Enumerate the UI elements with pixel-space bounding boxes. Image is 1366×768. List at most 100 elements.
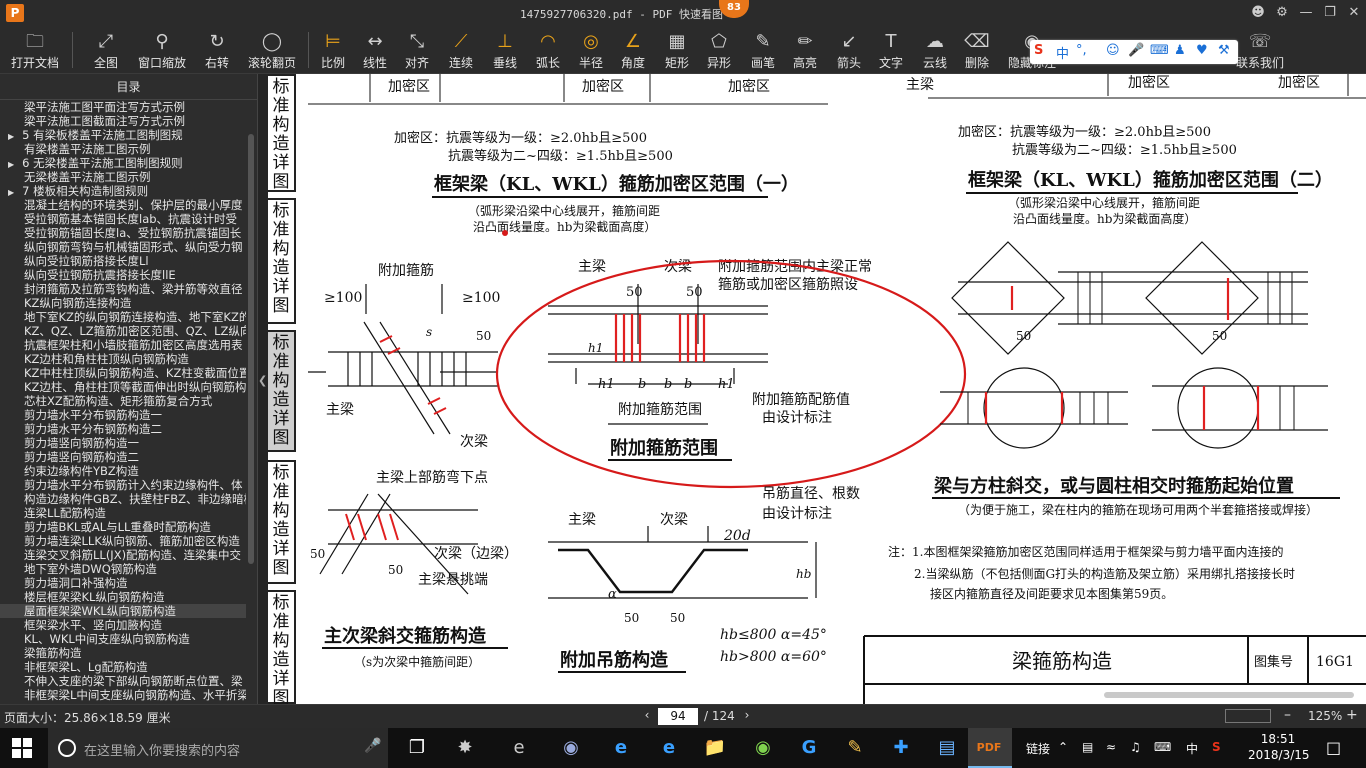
microphone-icon[interactable]: 🎤 bbox=[364, 738, 381, 754]
outline-item[interactable]: KZ边柱、角柱柱顶等截面伸出时纵向钢筋构 bbox=[0, 380, 246, 394]
outline-item[interactable]: 抗震框架柱和小墙肢箍筋加密区高度选用表 bbox=[0, 338, 246, 352]
highlighter-button[interactable]: ✏ 高亮 bbox=[790, 29, 820, 73]
clock[interactable]: 18:51 2018/3/15 bbox=[1248, 731, 1310, 763]
tray-link-label[interactable]: 链接 bbox=[1026, 740, 1050, 757]
keyboard-icon[interactable]: ⌨ bbox=[1154, 740, 1171, 754]
outline-item[interactable]: KZ边柱和角柱柱顶纵向钢筋构造 bbox=[0, 352, 246, 366]
outline-item[interactable]: 约束边缘构件YBZ构造 bbox=[0, 464, 246, 478]
outline-item[interactable]: 连梁交叉斜筋LL(JX)配筋构造、连梁集中交 bbox=[0, 548, 246, 562]
notification-badge[interactable]: 83 bbox=[719, 0, 749, 18]
task-view-icon[interactable]: ❐ bbox=[404, 736, 430, 760]
outline-item[interactable]: 芯柱XZ配筋构造、矩形箍筋复合方式 bbox=[0, 394, 246, 408]
polygon-button[interactable]: ⬠ 异形 bbox=[704, 29, 734, 73]
outline-item[interactable]: 剪力墙BKL或AL与LL重叠时配筋构造 bbox=[0, 520, 246, 534]
outline-item[interactable]: 梁箍筋构造 bbox=[0, 646, 246, 660]
minimize-button[interactable]: — bbox=[1296, 3, 1316, 23]
next-page-button[interactable]: › bbox=[740, 708, 754, 722]
battery-icon[interactable]: ▤ bbox=[1082, 740, 1093, 754]
green-app-icon[interactable]: ◉ bbox=[750, 736, 776, 760]
zoom-window-button[interactable]: ⚲ 窗口缩放 bbox=[136, 29, 188, 73]
outline-item[interactable]: 无梁楼盖平法施工图示例 bbox=[0, 170, 246, 184]
sidebar-scrollbar[interactable] bbox=[248, 134, 254, 564]
outline-item[interactable]: 剪力墙水平分布钢筋构造一 bbox=[0, 408, 246, 422]
outline-item[interactable]: 连梁LL配筋构造 bbox=[0, 506, 246, 520]
outline-item[interactable]: 剪力墙竖向钢筋构造一 bbox=[0, 436, 246, 450]
notification-center-icon[interactable]: □ bbox=[1326, 738, 1341, 757]
page-number-input[interactable]: 94 bbox=[658, 708, 698, 725]
outline-item[interactable]: 框架梁水平、竖向加腋构造 bbox=[0, 618, 246, 632]
tools-icon[interactable]: ⚒ bbox=[1218, 43, 1230, 58]
chevron-up-icon[interactable]: ⌃ bbox=[1058, 740, 1068, 754]
sogou-tray-icon[interactable]: S bbox=[1212, 740, 1221, 754]
notes-app-icon[interactable]: ✎ bbox=[842, 736, 868, 760]
outline-item[interactable]: 剪力墙水平分布钢筋构造二 bbox=[0, 422, 246, 436]
outline-item[interactable]: 非框架梁L、Lg配筋构造 bbox=[0, 660, 246, 674]
outline-item[interactable]: 楼层框架梁KL纵向钢筋构造 bbox=[0, 590, 246, 604]
zoom-out-button[interactable]: – bbox=[1284, 707, 1291, 723]
edge-browser-icon[interactable]: e bbox=[608, 736, 634, 760]
outline-item[interactable]: 不伸入支座的梁下部纵向钢筋断点位置、梁 bbox=[0, 674, 246, 688]
volume-icon[interactable]: ♫ bbox=[1130, 740, 1141, 754]
skin-icon[interactable]: ♥ bbox=[1196, 43, 1208, 58]
outline-item[interactable]: 梁平法施工图平面注写方式示例 bbox=[0, 100, 246, 114]
horizontal-scrollbar[interactable] bbox=[1104, 692, 1354, 698]
pinwheel-app-icon[interactable]: ✸ bbox=[452, 736, 478, 760]
outline-item[interactable]: 受拉钢筋基本锚固长度lab、抗震设计时受 bbox=[0, 212, 246, 226]
delete-button[interactable]: ⌫ 删除 bbox=[962, 29, 992, 73]
prev-page-button[interactable]: ‹ bbox=[640, 708, 654, 722]
outline-item[interactable]: 纵向受拉钢筋搭接长度Ll bbox=[0, 254, 246, 268]
view-mode-toggle[interactable] bbox=[1225, 709, 1271, 723]
outline-item[interactable]: KZ、QZ、LZ箍筋加密区范围、QZ、LZ纵向钢 bbox=[0, 324, 246, 338]
taskbar-search[interactable]: 在这里输入你要搜索的内容 🎤 bbox=[48, 728, 388, 768]
outline-item[interactable]: KZ纵向钢筋连接构造 bbox=[0, 296, 246, 310]
settings-icon[interactable]: ⚙ bbox=[1272, 3, 1292, 23]
open-document-button[interactable]: 🗀 打开文档 bbox=[8, 29, 62, 73]
outline-item[interactable]: 剪力墙连梁LLK纵向钢筋、箍筋加密区构造 bbox=[0, 534, 246, 548]
outline-item[interactable]: 纵向受拉钢筋抗震搭接长度llE bbox=[0, 268, 246, 282]
linear-dimension-button[interactable]: ↔ 线性 bbox=[360, 29, 390, 73]
remote-desktop-icon[interactable]: ▤ bbox=[934, 736, 960, 760]
ime-mode-label[interactable]: 中 bbox=[1056, 43, 1069, 62]
outline-item[interactable]: 混凝土结构的环境类别、保护层的最小厚度 bbox=[0, 198, 246, 212]
perpendicular-button[interactable]: ⊥ 垂线 bbox=[490, 29, 520, 73]
outline-item[interactable]: 非框架梁L中间支座纵向钢筋构造、水平折梁 bbox=[0, 688, 246, 702]
outline-item[interactable]: 受拉钢筋锚固长度la、受拉钢筋抗震锚固长 bbox=[0, 226, 246, 240]
outline-item[interactable]: 地下室KZ的纵向钢筋连接构造、地下室KZ的 bbox=[0, 310, 246, 324]
keyboard-icon[interactable]: ⌨ bbox=[1150, 43, 1169, 58]
outline-item[interactable]: 有梁楼盖平法施工图示例 bbox=[0, 142, 246, 156]
text-button[interactable]: T 文字 bbox=[876, 29, 906, 73]
close-button[interactable]: ✕ bbox=[1344, 3, 1364, 23]
contact-us-button[interactable]: ☏ 联系我们 bbox=[1234, 29, 1286, 73]
user-icon[interactable]: ♟ bbox=[1174, 43, 1186, 58]
cross-app-icon[interactable]: ✚ bbox=[888, 736, 914, 760]
rotate-right-button[interactable]: ↻ 右转 bbox=[200, 29, 234, 73]
outline-item[interactable]: 地下室外墙DWQ钢筋构造 bbox=[0, 562, 246, 576]
outline-item[interactable]: KZ中柱柱顶纵向钢筋构造、KZ柱变截面位置 bbox=[0, 366, 246, 380]
outline-folder-item[interactable]: 5 有梁板楼盖平法施工图制图规 bbox=[0, 128, 246, 142]
ie-browser-icon[interactable]: e bbox=[506, 736, 532, 760]
outline-item[interactable]: 屋面框架梁WKL纵向钢筋构造 bbox=[0, 604, 246, 618]
sogou-browser-icon[interactable]: G bbox=[796, 736, 822, 760]
wheel-page-button[interactable]: ◯ 滚轮翻页 bbox=[244, 29, 300, 73]
scale-button[interactable]: ⊨ 比例 bbox=[318, 29, 348, 73]
outline-item[interactable]: 梁平法施工图截面注写方式示例 bbox=[0, 114, 246, 128]
outline-item[interactable]: 剪力墙竖向钢筋构造二 bbox=[0, 450, 246, 464]
pdf-viewer-taskbar-icon[interactable]: PDF bbox=[976, 736, 1002, 760]
ime-toolbar[interactable]: S 中 °, ☺ 🎤 ⌨ ♟ ♥ ⚒ bbox=[1030, 40, 1238, 64]
fit-page-button[interactable]: ⤢ 全图 bbox=[88, 29, 124, 73]
pen-button[interactable]: ✎ 画笔 bbox=[748, 29, 778, 73]
radius-button[interactable]: ◎ 半径 bbox=[576, 29, 606, 73]
network-icon[interactable]: ≈ bbox=[1106, 740, 1116, 754]
outline-item[interactable]: KL、WKL中间支座纵向钢筋构造 bbox=[0, 632, 246, 646]
voice-icon[interactable]: 🎤 bbox=[1128, 43, 1144, 58]
sidebar-collapse-handle[interactable]: ❮ bbox=[258, 74, 268, 704]
rectangle-button[interactable]: ▦ 矩形 bbox=[662, 29, 692, 73]
document-view[interactable]: 标准构造详图 标准构造详图 标准构造详图 标准构造详图 标准构造详图 加密区 加… bbox=[268, 74, 1366, 704]
outline-folder-item[interactable]: 7 楼板相关构造制图规则 bbox=[0, 184, 246, 198]
punctuation-icon[interactable]: °, bbox=[1076, 43, 1087, 58]
zoom-level[interactable]: 125% bbox=[1308, 709, 1342, 723]
continuous-dimension-button[interactable]: ⟋ 连续 bbox=[446, 29, 476, 73]
zoom-in-button[interactable]: + bbox=[1346, 707, 1358, 723]
maximize-button[interactable]: ❐ bbox=[1320, 3, 1340, 23]
cloud-button[interactable]: ☁ 云线 bbox=[920, 29, 950, 73]
